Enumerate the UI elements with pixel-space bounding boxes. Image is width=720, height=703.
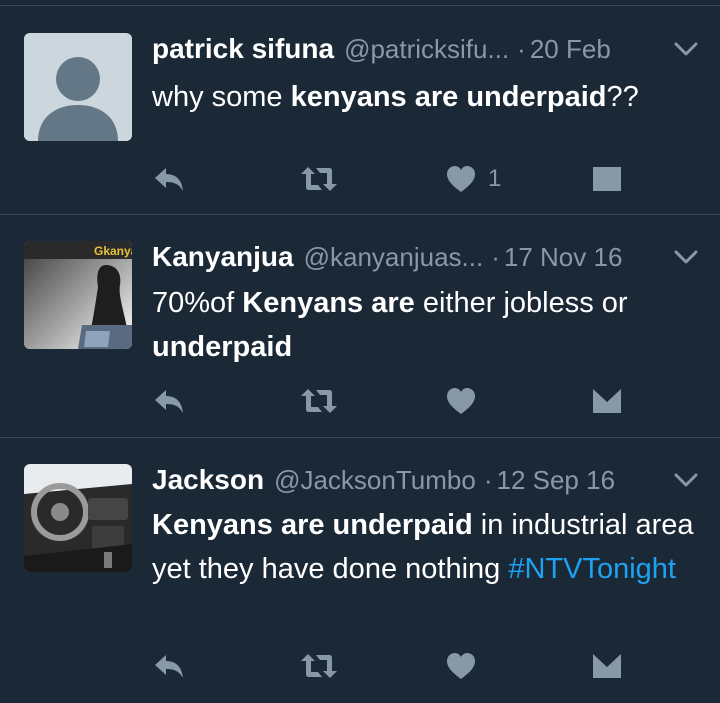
retweet-button[interactable]	[300, 648, 338, 684]
profile-photo: Gkanya	[24, 241, 132, 349]
display-name[interactable]: Kanyanjua	[152, 241, 294, 273]
timestamp[interactable]: 17 Nov 16	[504, 242, 623, 273]
tweet-2[interactable]: Gkanya Kanyanjua @kanyanjuas... · 17 Nov…	[0, 215, 720, 438]
tweet-actions	[152, 648, 672, 684]
separator-dot: ·	[517, 33, 526, 64]
text-segment: ??	[606, 81, 639, 113]
tweet-text: Kenyans are underpaid in industrial area…	[152, 503, 700, 591]
display-name[interactable]: patrick sifuna	[152, 33, 334, 65]
top-divider	[0, 0, 720, 6]
text-segment-bold: underpaid	[152, 331, 293, 363]
message-button[interactable]	[592, 648, 622, 684]
tweet-header: Jackson @JacksonTumbo · 12 Sep 16	[152, 460, 700, 500]
tweet-header: Kanyanjua @kanyanjuas... · 17 Nov 16	[152, 237, 700, 277]
avatar[interactable]	[24, 33, 132, 141]
avatar[interactable]	[24, 464, 132, 572]
message-icon	[593, 167, 621, 191]
timestamp[interactable]: 20 Feb	[530, 34, 611, 65]
user-handle[interactable]: @kanyanjuas...	[304, 242, 484, 273]
text-segment: why some	[152, 81, 291, 113]
text-segment: 70%of	[152, 287, 243, 319]
retweet-icon	[301, 167, 337, 191]
reply-button[interactable]	[152, 161, 186, 197]
reply-button[interactable]	[152, 383, 186, 419]
retweet-icon	[301, 389, 337, 413]
reply-icon	[155, 655, 183, 678]
tweet-header: patrick sifuna @patricksifu... · 20 Feb	[152, 29, 700, 69]
reply-icon	[155, 390, 183, 413]
message-icon	[593, 389, 621, 413]
tweet-actions	[152, 383, 672, 419]
display-name[interactable]: Jackson	[152, 464, 264, 496]
user-handle[interactable]: @JacksonTumbo	[274, 465, 476, 496]
tweet-text: 70%of Kenyans are either jobless or unde…	[152, 281, 700, 369]
like-icon	[447, 166, 475, 192]
like-icon	[447, 388, 475, 414]
tweet-3[interactable]: Jackson @JacksonTumbo · 12 Sep 16 Kenyan…	[0, 438, 720, 703]
like-button[interactable]	[446, 648, 476, 684]
like-count: 1	[488, 165, 502, 192]
like-icon	[447, 653, 475, 679]
text-segment-bold: Kenyans are	[242, 287, 415, 319]
chevron-down-icon[interactable]	[672, 468, 700, 492]
user-handle[interactable]: @patricksifu...	[344, 34, 509, 65]
retweet-button[interactable]	[300, 161, 338, 197]
profile-photo	[24, 464, 132, 572]
tweet-actions: 1	[152, 161, 672, 197]
avatar[interactable]: Gkanya	[24, 241, 132, 349]
message-icon	[593, 654, 621, 678]
tweet-1[interactable]: patrick sifuna @patricksifu... · 20 Feb …	[0, 7, 720, 215]
text-segment-bold: kenyans are underpaid	[290, 81, 607, 113]
timestamp[interactable]: 12 Sep 16	[496, 465, 615, 496]
message-button[interactable]	[592, 383, 622, 419]
tweet-text: why some kenyans are underpaid??	[152, 75, 700, 119]
retweet-icon	[301, 654, 337, 678]
text-segment-bold: Kenyans are underpaid	[152, 509, 473, 541]
chevron-down-icon[interactable]	[672, 37, 700, 61]
text-segment: either jobless or	[414, 287, 628, 319]
reply-button[interactable]	[152, 648, 186, 684]
default-avatar-icon	[24, 33, 132, 141]
retweet-button[interactable]	[300, 383, 338, 419]
chevron-down-icon[interactable]	[672, 245, 700, 269]
avatar-caption: Gkanya	[94, 244, 132, 258]
separator-dot: ·	[483, 464, 493, 495]
separator-dot: ·	[491, 241, 500, 272]
reply-icon	[155, 168, 183, 191]
like-button[interactable]: 1	[446, 161, 501, 197]
hashtag-link[interactable]: #NTVTonight	[508, 553, 676, 585]
message-button[interactable]	[592, 161, 622, 197]
like-button[interactable]	[446, 383, 476, 419]
